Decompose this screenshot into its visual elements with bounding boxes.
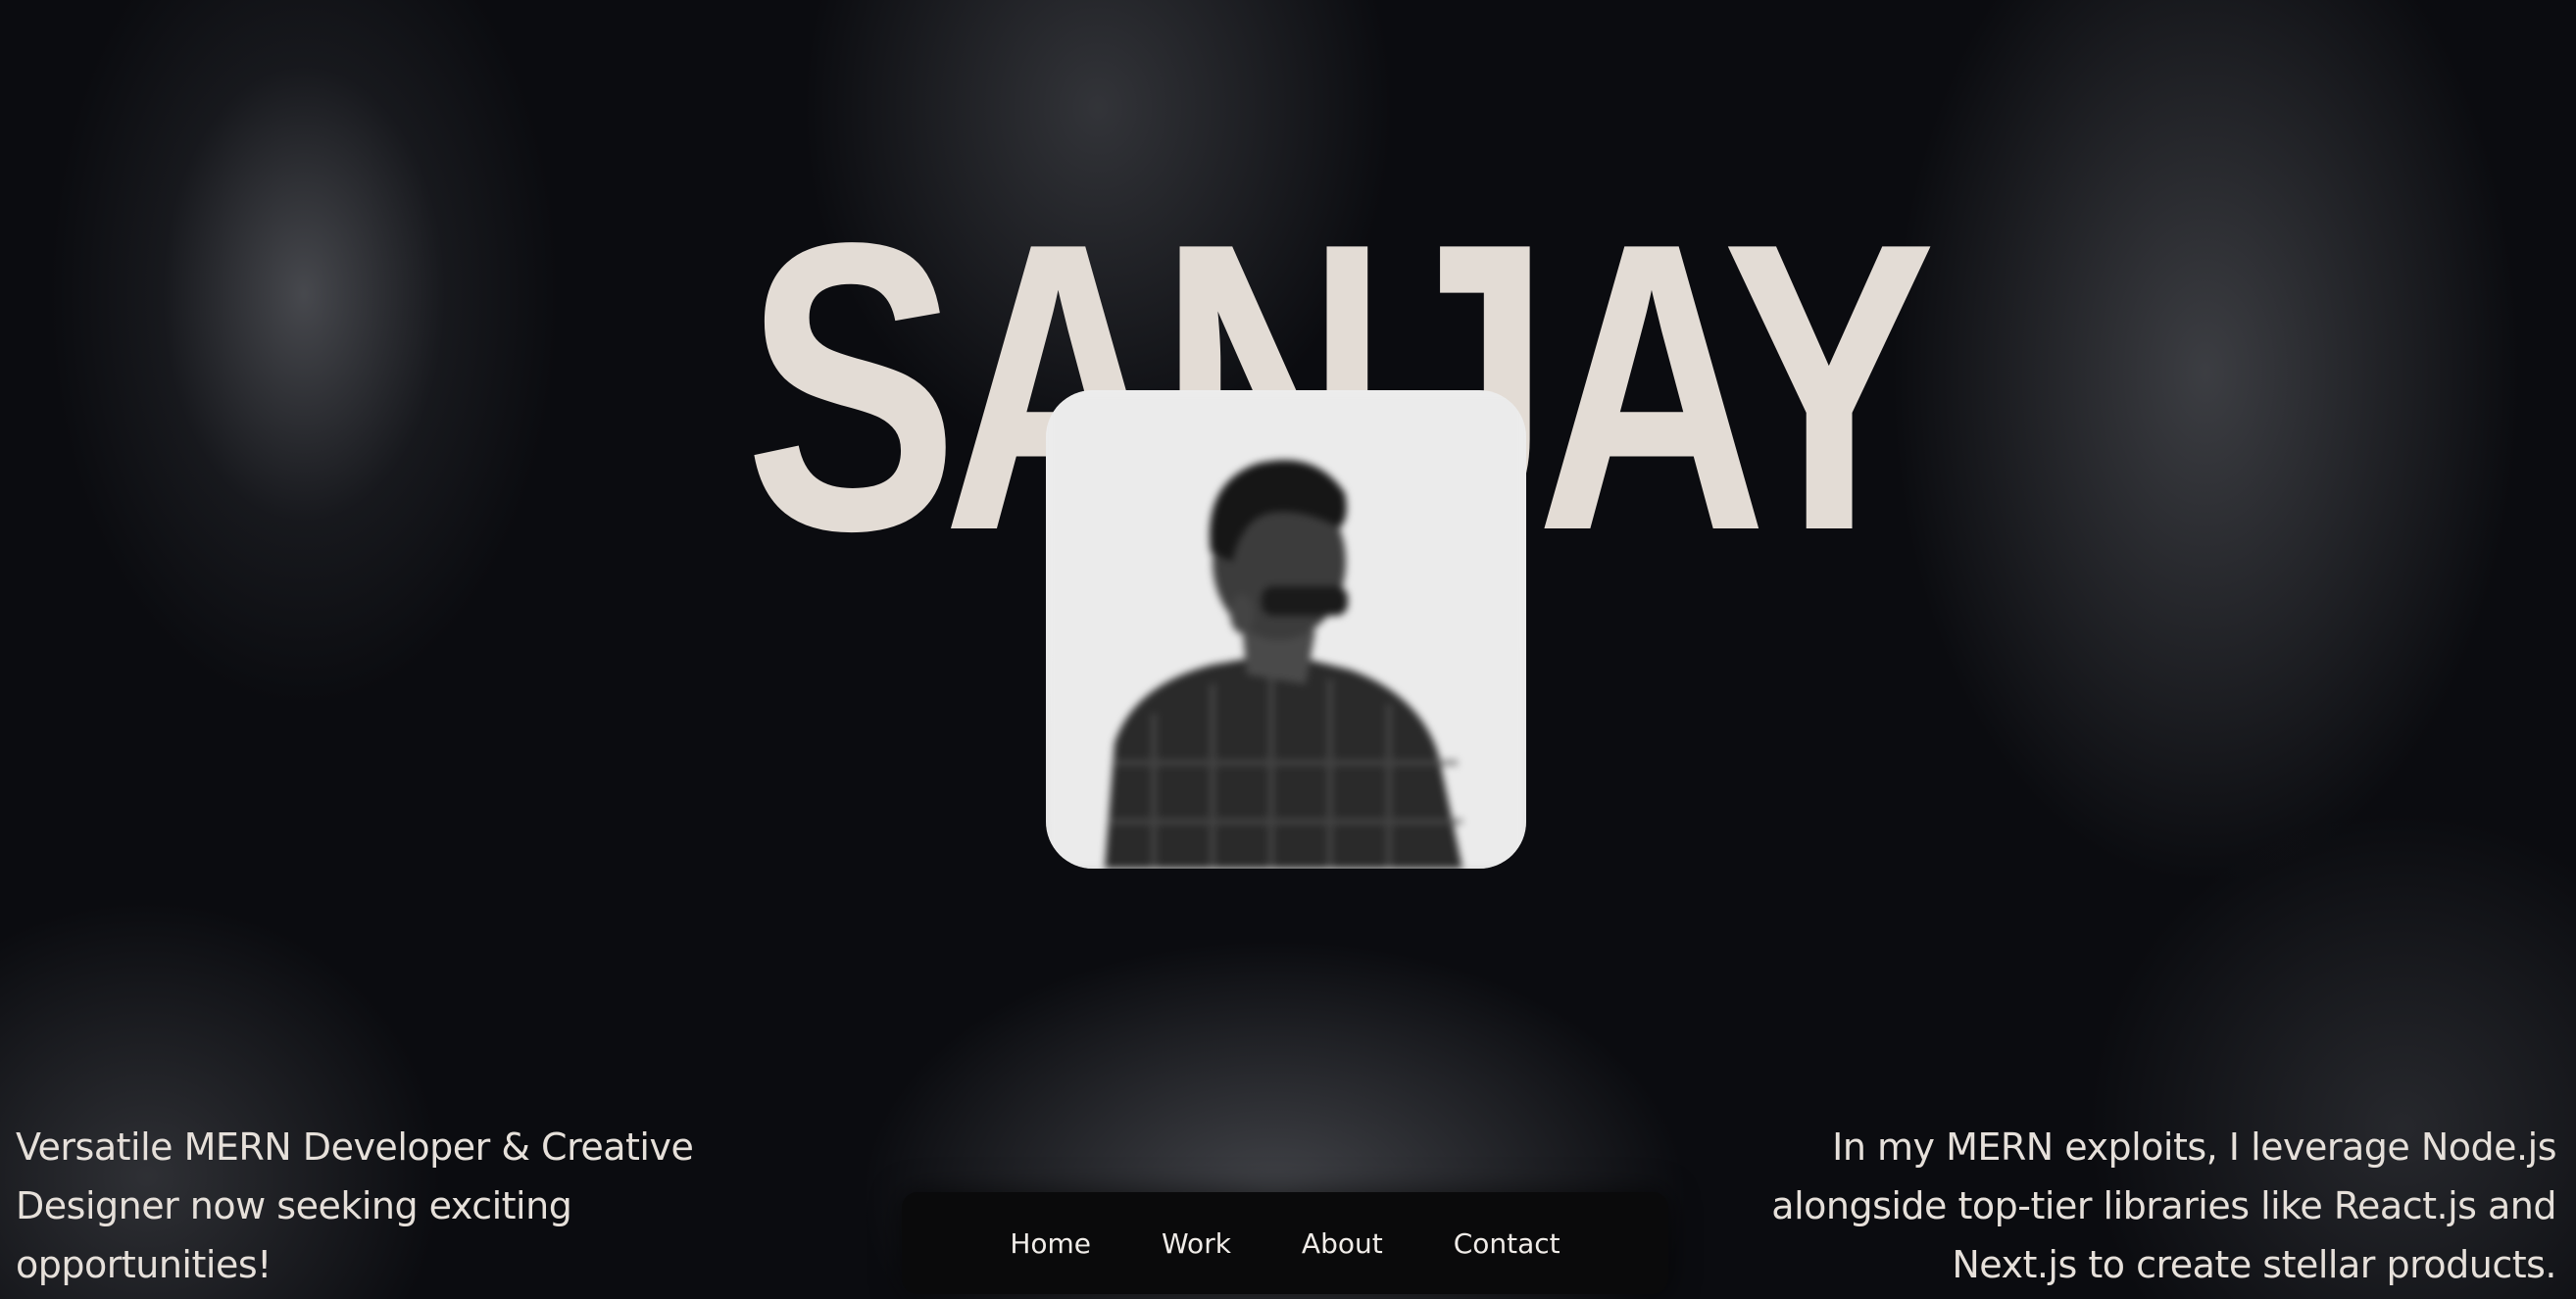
nav-contact-link[interactable]: Contact (1418, 1227, 1596, 1260)
nav-work-link[interactable]: Work (1126, 1227, 1266, 1260)
tagline-text: Versatile MERN Developer & Creative Desi… (16, 1125, 694, 1286)
bottom-nav-bar: Home Work About Contact (902, 1192, 1668, 1294)
person-image (1046, 390, 1526, 869)
portrait-photo (1046, 390, 1526, 869)
bio-text: In my MERN exploits, I leverage Node.js … (1771, 1125, 2556, 1286)
nav-about-link[interactable]: About (1266, 1227, 1418, 1260)
nav-home-link[interactable]: Home (974, 1227, 1126, 1260)
